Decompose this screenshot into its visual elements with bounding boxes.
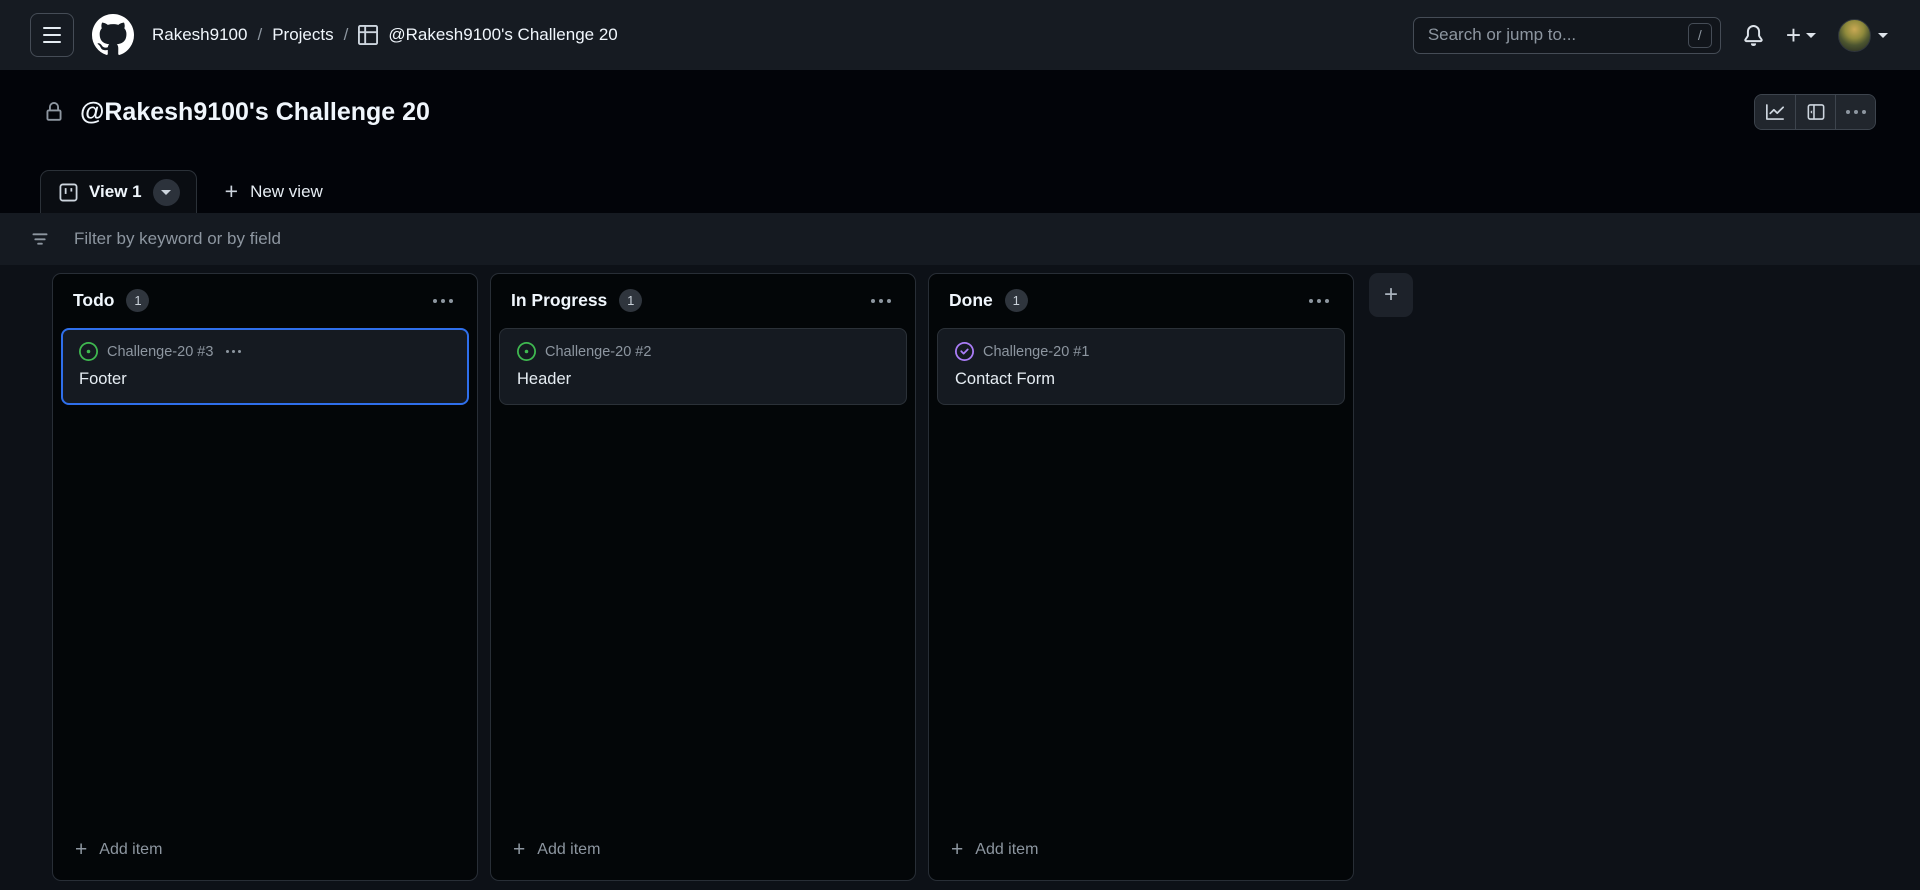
ellipsis-icon [1845,110,1866,114]
card-actions-icon[interactable] [226,350,242,353]
lock-icon [44,102,64,122]
column-in-progress: In Progress 1 Challenge-20 #2 Header + A… [490,273,916,881]
notifications-button[interactable] [1743,24,1764,46]
add-item-button[interactable]: + Add item [67,833,463,866]
user-menu-button[interactable] [1838,18,1888,52]
side-panel-toggle-button[interactable] [1795,95,1835,129]
add-item-label: Add item [99,840,163,858]
search-shortcut-key: / [1687,22,1712,48]
add-item-button[interactable]: + Add item [505,833,901,866]
filter-bar [0,213,1920,265]
plus-icon: + [1785,20,1801,50]
breadcrumb: Rakesh9100 / Projects / @Rakesh9100's Ch… [152,25,618,45]
search-placeholder: Search or jump to... [1427,25,1577,44]
column-title: Todo [73,290,115,310]
search-input[interactable]: Search or jump to... / [1412,16,1721,54]
breadcrumb-project-link[interactable]: @Rakesh9100's Challenge 20 [388,25,617,45]
column-menu-button[interactable] [867,297,895,305]
card-header[interactable]: Challenge-20 #2 Header [499,328,907,405]
column-count-badge: 1 [619,289,643,312]
chevron-down-icon [1806,32,1816,38]
ellipsis-icon [1309,298,1329,303]
card-title: Contact Form [955,370,1055,388]
issue-opened-icon [79,342,98,361]
breadcrumb-separator: / [343,25,349,44]
graph-icon [1766,103,1784,121]
plus-icon: + [224,178,239,204]
column-count-badge: 1 [126,289,150,312]
card-title: Header [517,370,572,388]
column-count-badge: 1 [1004,289,1028,312]
chevron-down-icon [1878,32,1888,38]
ellipsis-icon [871,298,891,303]
column-todo: Todo 1 Challenge-20 #3 Footer + Add item [52,273,478,881]
card-contact-form[interactable]: Challenge-20 #1 Contact Form [937,328,1345,405]
add-item-button[interactable]: + Add item [943,833,1339,866]
card-title: Footer [79,370,127,388]
card-issue-ref[interactable]: Challenge-20 #3 [107,344,213,360]
hamburger-menu-button[interactable] [30,13,74,57]
avatar [1838,18,1871,52]
add-column-button[interactable]: + [1369,273,1413,317]
chevron-down-icon [161,189,172,195]
column-title: In Progress [511,290,608,310]
issue-opened-icon [517,342,536,361]
view-tabs: View 1 + New view [40,170,1876,213]
bell-icon [1743,24,1764,46]
issue-closed-icon [955,342,974,361]
tab-view-1[interactable]: View 1 [40,170,197,213]
breadcrumb-separator: / [257,25,263,44]
breadcrumb-projects-link[interactable]: Projects [272,25,333,45]
card-issue-ref[interactable]: Challenge-20 #1 [983,344,1089,360]
new-view-button[interactable]: + New view [225,180,323,203]
board: Todo 1 Challenge-20 #3 Footer + Add item… [0,265,1920,890]
view-switcher-group [1754,94,1876,130]
column-title: Done [949,290,993,310]
filter-input[interactable] [74,229,1890,249]
card-footer[interactable]: Challenge-20 #3 Footer [61,328,469,405]
breadcrumb-user-link[interactable]: Rakesh9100 [152,25,247,45]
board-view-icon [59,183,78,202]
page-title: @Rakesh9100's Challenge 20 [80,97,430,126]
column-done: Done 1 Challenge-20 #1 Contact Form + Ad… [928,273,1354,881]
ellipsis-icon [433,298,453,303]
filter-icon [30,229,50,249]
create-new-button[interactable]: + [1786,22,1816,48]
new-view-label: New view [250,181,323,201]
project-table-icon [358,25,379,45]
plus-icon: + [513,838,526,861]
tab-label: View 1 [89,182,142,201]
card-issue-ref[interactable]: Challenge-20 #2 [545,344,651,360]
add-item-label: Add item [537,840,601,858]
project-header: @Rakesh9100's Challenge 20 View 1 + New … [0,70,1920,213]
insights-button[interactable] [1755,95,1795,129]
project-menu-button[interactable] [1835,95,1875,129]
sidebar-panel-icon [1807,103,1825,121]
plus-icon: + [951,838,964,861]
view-options-button[interactable] [152,178,180,206]
github-logo-icon[interactable] [92,14,134,56]
add-item-label: Add item [975,840,1039,858]
column-menu-button[interactable] [1305,297,1333,305]
plus-icon: + [75,838,88,861]
column-menu-button[interactable] [429,297,457,305]
global-header: Rakesh9100 / Projects / @Rakesh9100's Ch… [0,0,1920,70]
